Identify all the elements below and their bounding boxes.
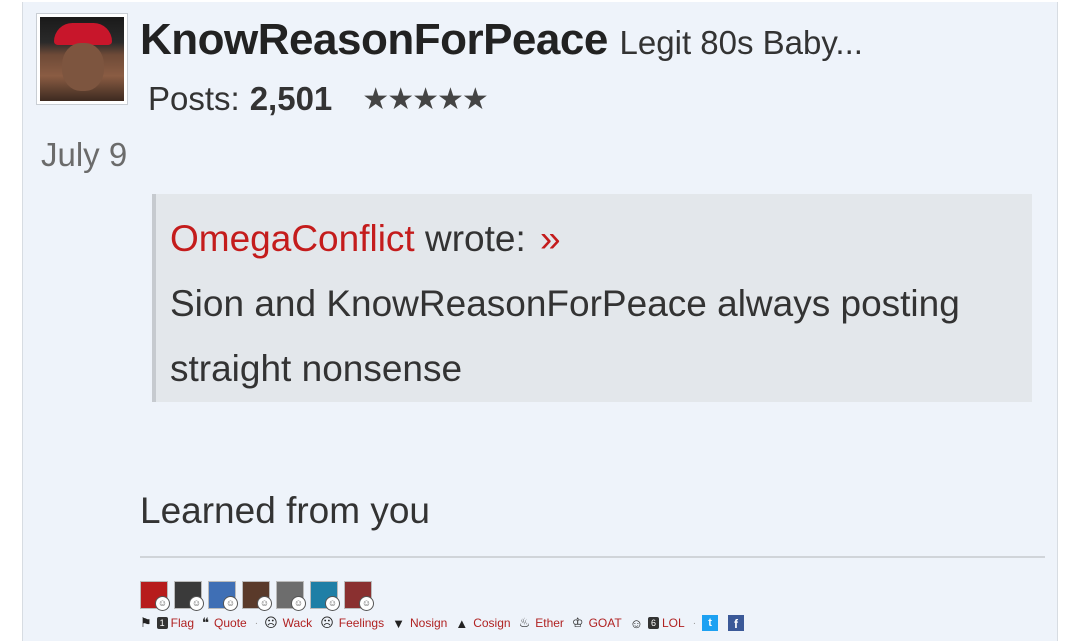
reaction-badge-icon: ☺ bbox=[257, 596, 272, 611]
quote-text-line-2: straight nonsense bbox=[170, 348, 463, 389]
feelings-label: Feelings bbox=[338, 616, 385, 630]
wack-label: Wack bbox=[282, 616, 313, 630]
twitter-share-icon[interactable]: t bbox=[702, 615, 719, 631]
reactor-4[interactable]: ☺ bbox=[242, 581, 272, 611]
reactor-7[interactable]: ☺ bbox=[344, 581, 374, 611]
post-body: Learned from you bbox=[140, 490, 431, 531]
wack-action[interactable]: ☹ Wack bbox=[264, 615, 312, 631]
reaction-avatars: ☺ ☺ ☺ ☺ ☺ ☺ ☺ bbox=[140, 581, 374, 611]
separator: · bbox=[254, 617, 259, 629]
fire-icon: ♨ bbox=[518, 615, 531, 630]
flag-count: 1 bbox=[156, 617, 168, 629]
laugh-icon: ☺ bbox=[629, 615, 643, 631]
reaction-badge-icon: ☺ bbox=[325, 596, 340, 611]
lol-label: LOL bbox=[662, 616, 685, 630]
nosign-action[interactable]: ▼ Nosign bbox=[392, 616, 447, 631]
reactor-5[interactable]: ☺ bbox=[276, 581, 306, 611]
facebook-share-icon[interactable]: f bbox=[728, 615, 745, 631]
post-actions: ⚑ 1 Flag ❝ Quote · ☹ Wack ☹ Feelings ▼ N… bbox=[140, 615, 745, 631]
reactor-6[interactable]: ☺ bbox=[310, 581, 340, 611]
goat-label: GOAT bbox=[588, 616, 622, 630]
author-tagline: Legit 80s Baby... bbox=[619, 24, 863, 61]
post-date[interactable]: July 9 bbox=[41, 136, 127, 174]
cosign-action[interactable]: ▲ Cosign bbox=[455, 616, 510, 631]
chevron-up-icon: ▲ bbox=[455, 615, 469, 631]
ether-action[interactable]: ♨ Ether bbox=[519, 615, 564, 631]
quote-icon: ❝ bbox=[202, 615, 210, 630]
goat-icon: ♔ bbox=[571, 615, 584, 630]
chevron-down-icon: ▼ bbox=[392, 615, 405, 631]
quote-label: Quote bbox=[214, 616, 247, 630]
reaction-badge-icon: ☺ bbox=[359, 596, 374, 611]
lol-count: 6 bbox=[647, 617, 659, 629]
reaction-badge-icon: ☺ bbox=[291, 596, 306, 611]
quote-jump-link[interactable]: » bbox=[540, 218, 561, 259]
post-author-line: KnowReasonForPeace Legit 80s Baby... bbox=[140, 15, 863, 65]
flag-label: Flag bbox=[170, 616, 195, 630]
author-name[interactable]: KnowReasonForPeace bbox=[140, 15, 608, 64]
post-stats: Posts: 2,501 ★★★★★ bbox=[148, 80, 489, 118]
posts-count: 2,501 bbox=[249, 80, 333, 117]
rank-stars: ★★★★★ bbox=[362, 82, 488, 116]
quote-author-link[interactable]: OmegaConflict bbox=[170, 218, 415, 259]
quote-wrote-label: wrote: bbox=[425, 218, 526, 259]
quote-block: OmegaConflict wrote: » Sion and KnowReas… bbox=[152, 194, 1032, 402]
reaction-badge-icon: ☺ bbox=[155, 596, 170, 611]
reaction-badge-icon: ☺ bbox=[189, 596, 204, 611]
cosign-label: Cosign bbox=[473, 616, 511, 630]
lol-action[interactable]: ☺ 6 LOL bbox=[630, 616, 685, 631]
reactor-1[interactable]: ☺ bbox=[140, 581, 170, 611]
avatar[interactable] bbox=[36, 13, 128, 105]
flag-icon: ⚑ bbox=[140, 615, 152, 630]
posts-label: Posts: bbox=[148, 80, 240, 117]
goat-action[interactable]: ♔ GOAT bbox=[572, 615, 622, 631]
post-divider bbox=[140, 556, 1045, 558]
nosign-label: Nosign bbox=[409, 616, 448, 630]
ether-label: Ether bbox=[535, 616, 564, 630]
reactor-3[interactable]: ☺ bbox=[208, 581, 238, 611]
avatar-image bbox=[40, 17, 124, 101]
reaction-badge-icon: ☺ bbox=[223, 596, 238, 611]
flag-action[interactable]: ⚑ 1 Flag bbox=[140, 615, 194, 631]
quote-action[interactable]: ❝ Quote bbox=[202, 615, 247, 631]
reactor-2[interactable]: ☺ bbox=[174, 581, 204, 611]
separator: · bbox=[692, 617, 697, 629]
wack-icon: ☹ bbox=[264, 615, 278, 630]
feelings-action[interactable]: ☹ Feelings bbox=[320, 615, 384, 631]
quote-text-line-1: Sion and KnowReasonForPeace always posti… bbox=[170, 283, 960, 324]
feelings-icon: ☹ bbox=[320, 615, 334, 630]
